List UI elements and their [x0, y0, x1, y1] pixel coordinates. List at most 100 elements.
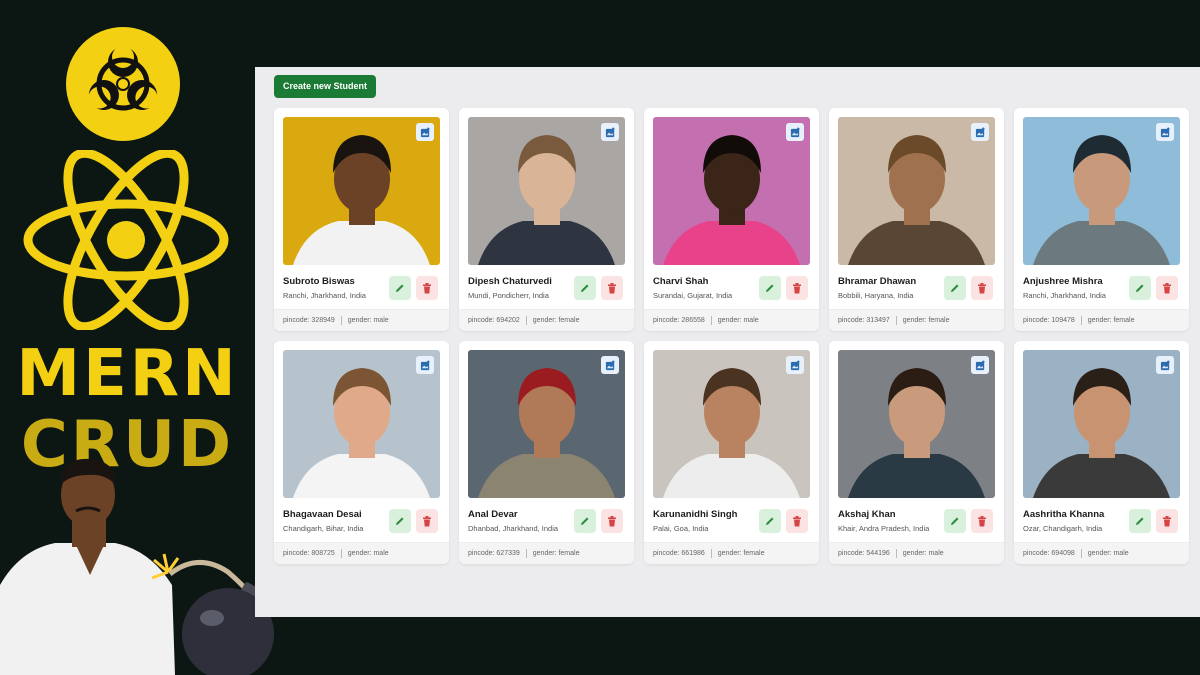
- delete-button[interactable]: [786, 276, 808, 300]
- react-logo-icon: [20, 148, 232, 335]
- delete-button[interactable]: [786, 509, 808, 533]
- trash-icon: [1163, 515, 1171, 526]
- student-gender: gender: male: [1087, 550, 1129, 557]
- meta-divider: [710, 316, 712, 325]
- student-gender: gender: female: [1087, 317, 1135, 324]
- student-photo: [283, 350, 440, 498]
- edit-button[interactable]: [574, 509, 596, 533]
- student-photo: [838, 117, 995, 265]
- biohazard-icon: [66, 27, 180, 141]
- pencil-icon: [766, 284, 774, 292]
- student-name: Bhramar Dhawan: [838, 276, 917, 287]
- student-location: Surandai, Gujarat, India: [653, 291, 733, 300]
- student-card: Aashritha Khanna Ozar, Chandigarh, India…: [1014, 341, 1189, 564]
- student-name: Anal Devar: [468, 509, 518, 520]
- change-image-button[interactable]: [1156, 123, 1174, 141]
- pencil-icon: [1136, 284, 1144, 292]
- student-card: Anal Devar Dhanbad, Jharkhand, India pin…: [459, 341, 634, 564]
- delete-button[interactable]: [1156, 509, 1178, 533]
- student-pincode: pincode: 661986: [653, 550, 705, 557]
- delete-button[interactable]: [601, 509, 623, 533]
- student-pincode: pincode: 694098: [1023, 550, 1075, 557]
- change-image-button[interactable]: [416, 123, 434, 141]
- meta-divider: [710, 549, 712, 558]
- student-location: Ranchi, Jharkhand, India: [1023, 291, 1106, 300]
- delete-button[interactable]: [416, 509, 438, 533]
- student-name: Charvi Shah: [653, 276, 709, 287]
- create-student-button[interactable]: Create new Student: [274, 75, 377, 98]
- change-image-button[interactable]: [971, 123, 989, 141]
- pencil-icon: [396, 284, 404, 292]
- delete-button[interactable]: [416, 276, 438, 300]
- meta-divider: [340, 316, 342, 325]
- meta-divider: [525, 316, 527, 325]
- student-card: Bhagavaan Desai Chandigarh, Bihar, India…: [274, 341, 449, 564]
- pencil-icon: [581, 517, 589, 525]
- student-name: Bhagavaan Desai: [283, 509, 362, 520]
- student-meta-footer: pincode: 109478 gender: female: [1014, 309, 1189, 331]
- student-gender: gender: male: [717, 317, 759, 324]
- pencil-icon: [581, 284, 589, 292]
- student-gender: gender: female: [902, 317, 950, 324]
- student-photo: [653, 350, 810, 498]
- change-image-button[interactable]: [1156, 356, 1174, 374]
- student-location: Ranchi, Jharkhand, India: [283, 291, 366, 300]
- student-card: Dipesh Chaturvedi Mundi, Pondicherr, Ind…: [459, 108, 634, 331]
- delete-button[interactable]: [971, 276, 993, 300]
- delete-button[interactable]: [601, 276, 623, 300]
- edit-button[interactable]: [574, 276, 596, 300]
- student-pincode: pincode: 313497: [838, 317, 890, 324]
- edit-button[interactable]: [759, 509, 781, 533]
- student-meta-footer: pincode: 808725 gender: male: [274, 542, 449, 564]
- change-image-button[interactable]: [786, 356, 804, 374]
- student-pincode: pincode: 808725: [283, 550, 335, 557]
- trash-icon: [608, 515, 616, 526]
- trash-icon: [978, 515, 986, 526]
- student-photo: [283, 117, 440, 265]
- meta-divider: [340, 549, 342, 558]
- change-image-button[interactable]: [416, 356, 434, 374]
- change-image-button[interactable]: [786, 123, 804, 141]
- change-image-button[interactable]: [601, 123, 619, 141]
- delete-button[interactable]: [1156, 276, 1178, 300]
- student-meta-footer: pincode: 313497 gender: female: [829, 309, 1004, 331]
- change-image-button[interactable]: [601, 356, 619, 374]
- student-gender: gender: male: [902, 550, 944, 557]
- edit-button[interactable]: [759, 276, 781, 300]
- student-location: Bobbili, Haryana, India: [838, 291, 914, 300]
- student-pincode: pincode: 328949: [283, 317, 335, 324]
- pencil-icon: [951, 284, 959, 292]
- student-card: Bhramar Dhawan Bobbili, Haryana, India p…: [829, 108, 1004, 331]
- edit-button[interactable]: [944, 276, 966, 300]
- trash-icon: [1163, 282, 1171, 293]
- edit-button[interactable]: [1129, 276, 1151, 300]
- student-grid: Subroto Biswas Ranchi, Jharkhand, India …: [274, 108, 1189, 564]
- change-image-button[interactable]: [971, 356, 989, 374]
- edit-button[interactable]: [1129, 509, 1151, 533]
- pencil-icon: [951, 517, 959, 525]
- edit-button[interactable]: [389, 509, 411, 533]
- edit-button[interactable]: [944, 509, 966, 533]
- image-edit-icon: [420, 126, 430, 137]
- student-meta-footer: pincode: 544196 gender: male: [829, 542, 1004, 564]
- student-meta-footer: pincode: 694098 gender: male: [1014, 542, 1189, 564]
- student-gender: gender: male: [347, 550, 389, 557]
- student-location: Ozar, Chandigarh, India: [1023, 524, 1103, 533]
- image-edit-icon: [975, 126, 985, 137]
- student-card: Anjushree Mishra Ranchi, Jharkhand, Indi…: [1014, 108, 1189, 331]
- student-name: Subroto Biswas: [283, 276, 355, 287]
- student-location: Dhanbad, Jharkhand, India: [468, 524, 559, 533]
- student-location: Palai, Goa, India: [653, 524, 709, 533]
- delete-button[interactable]: [971, 509, 993, 533]
- image-edit-icon: [1160, 359, 1170, 370]
- trash-icon: [423, 282, 431, 293]
- pencil-icon: [396, 517, 404, 525]
- student-photo: [653, 117, 810, 265]
- student-meta-footer: pincode: 661986 gender: female: [644, 542, 819, 564]
- meta-divider: [895, 549, 897, 558]
- edit-button[interactable]: [389, 276, 411, 300]
- student-name: Dipesh Chaturvedi: [468, 276, 552, 287]
- image-edit-icon: [605, 126, 615, 137]
- image-edit-icon: [605, 359, 615, 370]
- student-pincode: pincode: 694202: [468, 317, 520, 324]
